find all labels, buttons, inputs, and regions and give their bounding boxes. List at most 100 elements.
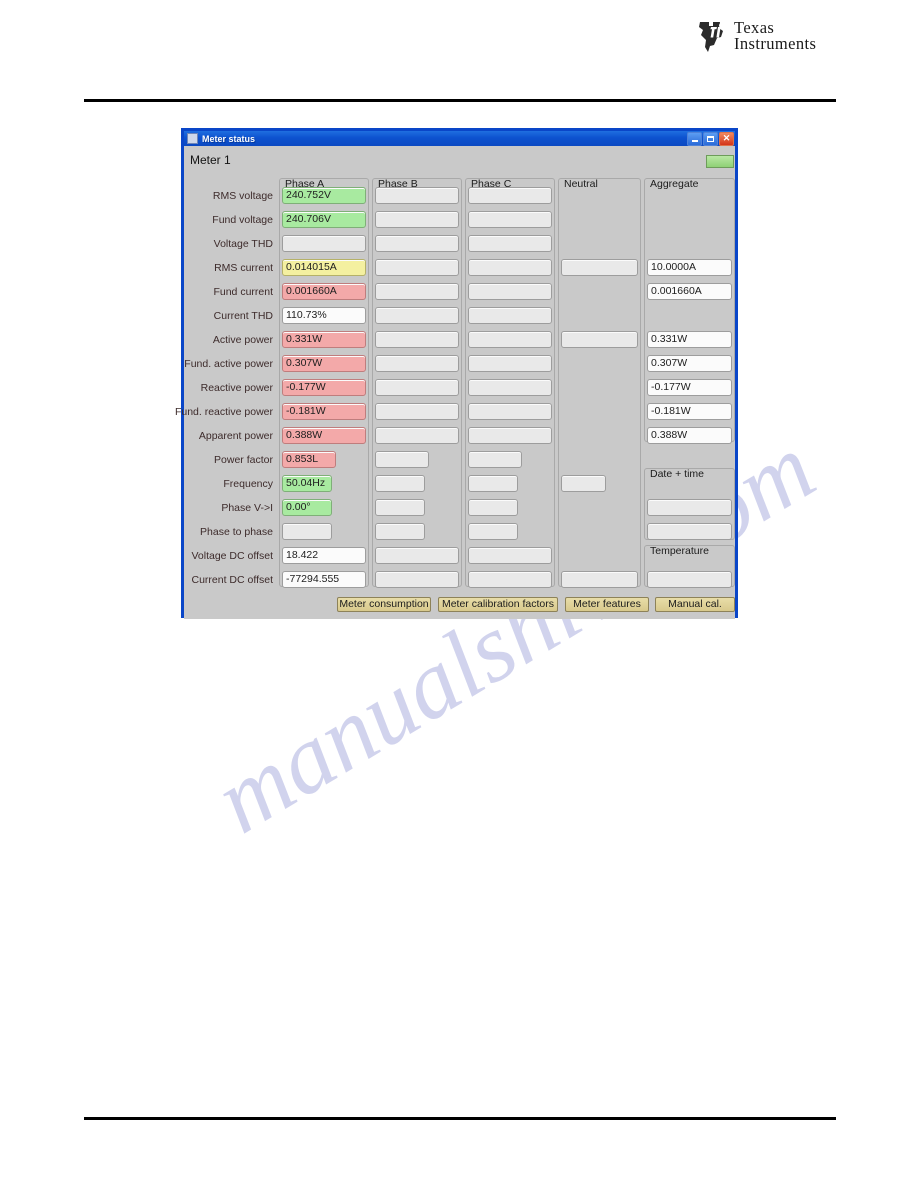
field-phase-a-fund-current[interactable]: 0.001660A xyxy=(282,283,366,300)
footer-rule xyxy=(84,1117,836,1120)
maximize-button[interactable] xyxy=(703,131,718,146)
field-phase-c-fund-voltage[interactable] xyxy=(468,211,552,228)
field-phase-b-voltage-thd[interactable] xyxy=(375,235,459,252)
row-label-voltage-dc-offset: Voltage DC offset xyxy=(191,550,273,562)
row-label-current-thd: Current THD xyxy=(213,310,273,322)
field-neutral-active-power[interactable] xyxy=(561,331,638,348)
field-phase-a-frequency[interactable]: 50.04Hz xyxy=(282,475,332,492)
window-client-area: Meter 1 RMS voltage Fund voltage Voltage… xyxy=(175,146,735,619)
field-aggregate-apparent-power[interactable]: 0.388W xyxy=(647,427,732,444)
field-phase-c-power-factor[interactable] xyxy=(468,451,522,468)
field-phase-c-frequency[interactable] xyxy=(468,475,518,492)
field-date[interactable] xyxy=(647,499,732,516)
field-phase-b-frequency[interactable] xyxy=(375,475,425,492)
field-phase-b-rms-voltage[interactable] xyxy=(375,187,459,204)
field-phase-c-fund-reactive-power[interactable] xyxy=(468,403,552,420)
field-phase-b-apparent-power[interactable] xyxy=(375,427,459,444)
field-phase-c-rms-voltage[interactable] xyxy=(468,187,552,204)
field-phase-a-rms-voltage[interactable]: 240.752V xyxy=(282,187,366,204)
minimize-button[interactable] xyxy=(687,131,702,146)
field-phase-a-fund-active-power[interactable]: 0.307W xyxy=(282,355,366,372)
field-aggregate-fund-current[interactable]: 0.001660A xyxy=(647,283,732,300)
row-label-reactive-power: Reactive power xyxy=(200,382,273,394)
row-label-frequency: Frequency xyxy=(223,478,273,490)
status-badge xyxy=(706,155,734,168)
field-phase-a-phase-to-phase[interactable] xyxy=(282,523,332,540)
field-phase-b-fund-current[interactable] xyxy=(375,283,459,300)
field-phase-c-apparent-power[interactable] xyxy=(468,427,552,444)
row-label-rms-voltage: RMS voltage xyxy=(212,190,273,202)
row-label-current-dc-offset: Current DC offset xyxy=(191,574,273,586)
field-phase-a-power-factor[interactable]: 0.853L xyxy=(282,451,336,468)
field-phase-c-voltage-dc-offset[interactable] xyxy=(468,547,552,564)
field-temperature[interactable] xyxy=(647,571,732,588)
window-app-icon xyxy=(187,133,198,144)
field-phase-c-fund-active-power[interactable] xyxy=(468,355,552,372)
column-title-neutral: Neutral xyxy=(564,178,598,190)
field-phase-b-rms-current[interactable] xyxy=(375,259,459,276)
field-phase-b-current-thd[interactable] xyxy=(375,307,459,324)
close-button[interactable]: ✕ xyxy=(719,131,734,146)
field-aggregate-active-power[interactable]: 0.331W xyxy=(647,331,732,348)
field-phase-b-phase-to-phase[interactable] xyxy=(375,523,425,540)
field-phase-a-current-dc-offset[interactable]: -77294.555 xyxy=(282,571,366,588)
page-title: Meter 1 xyxy=(190,153,231,167)
field-aggregate-rms-current[interactable]: 10.0000A xyxy=(647,259,732,276)
meter-calibration-factors-button[interactable]: Meter calibration factors xyxy=(438,597,558,612)
row-label-power-factor: Power factor xyxy=(214,454,273,466)
field-phase-a-fund-voltage[interactable]: 240.706V xyxy=(282,211,366,228)
field-aggregate-reactive-power[interactable]: -0.177W xyxy=(647,379,732,396)
field-phase-c-current-dc-offset[interactable] xyxy=(468,571,552,588)
field-phase-c-active-power[interactable] xyxy=(468,331,552,348)
window-title: Meter status xyxy=(202,133,256,144)
column-neutral: Neutral xyxy=(558,178,641,587)
field-phase-a-fund-reactive-power[interactable]: -0.181W xyxy=(282,403,366,420)
field-phase-b-fund-reactive-power[interactable] xyxy=(375,403,459,420)
field-phase-c-reactive-power[interactable] xyxy=(468,379,552,396)
field-phase-a-active-power[interactable]: 0.331W xyxy=(282,331,366,348)
field-phase-b-current-dc-offset[interactable] xyxy=(375,571,459,588)
field-phase-b-phase-v-to-i[interactable] xyxy=(375,499,425,516)
row-label-apparent-power: Apparent power xyxy=(198,430,273,442)
field-phase-c-phase-v-to-i[interactable] xyxy=(468,499,518,516)
field-phase-b-reactive-power[interactable] xyxy=(375,379,459,396)
field-phase-a-phase-v-to-i[interactable]: 0.00° xyxy=(282,499,332,516)
field-phase-a-voltage-thd[interactable] xyxy=(282,235,366,252)
minimize-icon xyxy=(691,139,698,142)
field-phase-b-voltage-dc-offset[interactable] xyxy=(375,547,459,564)
row-label-phase-to-phase: Phase to phase xyxy=(200,526,273,538)
field-phase-b-fund-voltage[interactable] xyxy=(375,211,459,228)
field-phase-a-apparent-power[interactable]: 0.388W xyxy=(282,427,366,444)
row-label-active-power: Active power xyxy=(212,334,273,346)
row-label-phase-v-to-i: Phase V->I xyxy=(221,502,273,514)
field-phase-a-reactive-power[interactable]: -0.177W xyxy=(282,379,366,396)
field-neutral-rms-current[interactable] xyxy=(561,259,638,276)
field-phase-c-fund-current[interactable] xyxy=(468,283,552,300)
column-title-aggregate: Aggregate xyxy=(650,178,699,190)
meter-consumption-button[interactable]: Meter consumption xyxy=(337,597,431,612)
meter-status-window: Meter status ✕ Meter 1 RMS voltage Fund … xyxy=(175,128,738,619)
document-page: Texas Instruments manualshive.com Meter … xyxy=(0,0,918,1188)
field-neutral-current-dc-offset[interactable] xyxy=(561,571,638,588)
field-phase-b-power-factor[interactable] xyxy=(375,451,429,468)
field-aggregate-fund-reactive-power[interactable]: -0.181W xyxy=(647,403,732,420)
row-label-fund-reactive-power: Fund. reactive power xyxy=(174,406,273,418)
row-label-voltage-thd: Voltage THD xyxy=(213,238,273,250)
field-phase-c-rms-current[interactable] xyxy=(468,259,552,276)
field-time[interactable] xyxy=(647,523,732,540)
field-phase-a-current-thd[interactable]: 110.73% xyxy=(282,307,366,324)
group-title-temperature: Temperature xyxy=(650,545,709,557)
field-phase-c-voltage-thd[interactable] xyxy=(468,235,552,252)
field-aggregate-fund-active-power[interactable]: 0.307W xyxy=(647,355,732,372)
field-neutral-frequency[interactable] xyxy=(561,475,606,492)
field-phase-b-fund-active-power[interactable] xyxy=(375,355,459,372)
field-phase-b-active-power[interactable] xyxy=(375,331,459,348)
field-phase-a-rms-current[interactable]: 0.014015A xyxy=(282,259,366,276)
manual-cal-button[interactable]: Manual cal. xyxy=(655,597,735,612)
field-phase-c-current-thd[interactable] xyxy=(468,307,552,324)
field-phase-c-phase-to-phase[interactable] xyxy=(468,523,518,540)
field-phase-a-voltage-dc-offset[interactable]: 18.422 xyxy=(282,547,366,564)
meter-features-button[interactable]: Meter features xyxy=(565,597,649,612)
group-title-date-time: Date + time xyxy=(650,468,704,480)
window-titlebar[interactable]: Meter status ✕ xyxy=(184,131,735,146)
